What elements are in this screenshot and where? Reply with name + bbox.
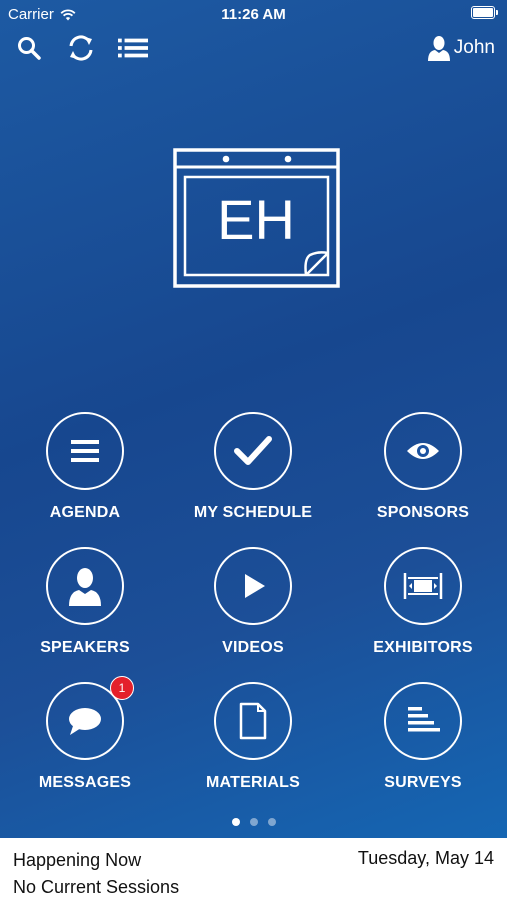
page-dot[interactable] <box>267 818 276 826</box>
event-logo: EH <box>173 148 340 288</box>
play-icon <box>245 574 265 598</box>
user-name: John <box>453 37 495 58</box>
search-icon[interactable] <box>14 33 44 63</box>
user-icon <box>427 36 450 61</box>
eye-icon <box>407 443 439 459</box>
tile-messages[interactable]: 1 MESSAGES <box>0 676 170 802</box>
person-icon <box>69 568 101 606</box>
status-time: 11:26 AM <box>221 6 286 23</box>
happening-now-title: Happening Now <box>13 850 142 870</box>
tile-my-schedule[interactable]: MY SCHEDULE <box>168 412 338 532</box>
tile-label: MESSAGES <box>38 774 132 791</box>
current-date: Tuesday, May 14 <box>357 848 494 868</box>
tile-label: MATERIALS <box>206 774 300 791</box>
battery-icon <box>471 6 498 19</box>
tile-label: MY SCHEDULE <box>193 504 313 521</box>
chat-bubble-icon <box>69 708 101 735</box>
unread-badge: 1 <box>110 676 134 700</box>
tile-videos[interactable]: VIDEOS <box>168 547 338 667</box>
checkmark-icon <box>234 436 272 465</box>
tile-label: VIDEOS <box>222 639 284 656</box>
tile-materials[interactable]: MATERIALS <box>168 682 338 802</box>
status-bar: Carrier 11:26 AM <box>0 0 507 28</box>
tile-surveys[interactable]: SURVEYS <box>338 682 507 802</box>
tile-label: SURVEYS <box>384 774 462 791</box>
tile-label: SPONSORS <box>376 504 470 521</box>
booth-icon <box>403 573 443 599</box>
tile-sponsors[interactable]: SPONSORS <box>338 412 507 532</box>
tile-agenda[interactable]: AGENDA <box>0 412 170 532</box>
list-icon[interactable] <box>118 33 148 63</box>
refresh-icon[interactable] <box>66 33 96 63</box>
current-sessions-status: No Current Sessions <box>13 877 180 897</box>
logo-text: EH <box>217 188 295 251</box>
user-profile-button[interactable]: John <box>427 35 495 61</box>
page-dot[interactable] <box>231 818 240 826</box>
agenda-icon <box>71 440 99 462</box>
survey-lines-icon <box>408 707 440 732</box>
page-dot[interactable] <box>249 818 258 826</box>
tile-speakers[interactable]: SPEAKERS <box>0 547 170 667</box>
page-indicator[interactable] <box>0 818 507 826</box>
tile-exhibitors[interactable]: EXHIBITORS <box>338 547 507 667</box>
tile-label: EXHIBITORS <box>373 639 473 656</box>
tile-label: SPEAKERS <box>40 639 130 656</box>
home-screen: Carrier 11:26 AM John EH AGENDA MY SCHED… <box>0 0 507 838</box>
document-icon <box>239 702 267 740</box>
happening-now-panel[interactable]: Happening Now Tuesday, May 14 No Current… <box>0 838 507 900</box>
tile-label: AGENDA <box>49 504 121 521</box>
